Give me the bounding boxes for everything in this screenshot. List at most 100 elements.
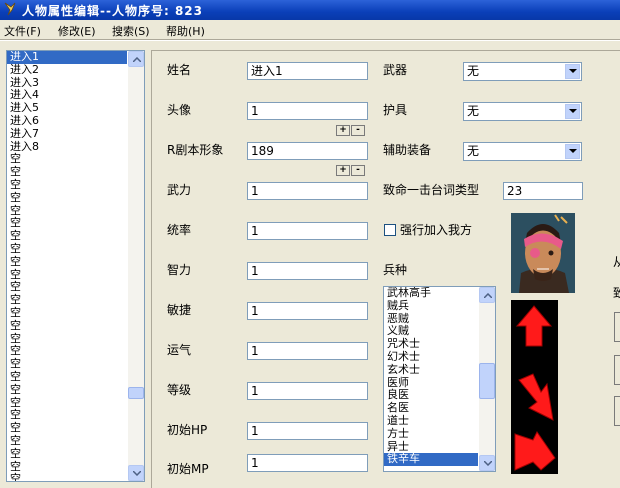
arrow-down-right-icon [518, 373, 554, 421]
menu-search[interactable]: 搜索(S) [112, 23, 150, 39]
command-input[interactable]: 1 [247, 222, 368, 240]
unit-type-item[interactable]: 武林高手 [384, 287, 478, 300]
luck-label: 运气 [167, 343, 192, 357]
character-item[interactable]: 空 [7, 306, 127, 320]
unit-type-item[interactable]: 贼兵 [384, 299, 478, 313]
weapon-dropdown-button[interactable] [565, 64, 580, 79]
intel-input[interactable]: 1 [247, 262, 368, 280]
head-label: 头像 [167, 103, 192, 117]
cut-label-a: 从 [613, 255, 620, 269]
character-item[interactable]: 空 [7, 421, 127, 435]
cut-button-1[interactable] [614, 312, 620, 342]
r-image-plus-button[interactable]: + [336, 165, 350, 176]
character-list-scrollbar[interactable] [128, 51, 144, 481]
character-item[interactable]: 空 [7, 191, 127, 205]
unit-type-list[interactable]: 武林高手 贼兵 恶贼 义贼 咒术士 幻术士 玄术士 医师 良医 名医 道士 方士 异士 铁辛车 [383, 286, 496, 472]
force-input[interactable]: 1 [247, 182, 368, 200]
menu-file[interactable]: 文件(F) [4, 23, 41, 39]
agility-input[interactable]: 1 [247, 302, 368, 320]
character-item[interactable]: 空 [7, 204, 127, 218]
character-item[interactable]: 进入6 [7, 114, 127, 128]
character-item[interactable]: 空 [7, 281, 127, 294]
app-icon [4, 2, 16, 16]
hp-input[interactable]: 1 [247, 422, 368, 440]
unit-scroll-down-button[interactable] [479, 455, 495, 471]
character-item[interactable]: 空 [7, 268, 127, 282]
character-item[interactable]: 进入8 [7, 140, 127, 154]
luck-input[interactable]: 1 [247, 342, 368, 360]
critical-input[interactable]: 23 [503, 182, 583, 200]
arrow-right-icon [514, 431, 556, 471]
character-item[interactable]: 空 [7, 255, 127, 269]
character-item[interactable]: 空 [7, 217, 127, 230]
head-input[interactable]: 1 [247, 102, 368, 120]
scroll-down-button[interactable] [128, 465, 144, 481]
cut-button-3[interactable] [614, 396, 620, 426]
character-item[interactable]: 空 [7, 409, 127, 422]
armor-select[interactable]: 无 [463, 102, 582, 121]
unit-list-scrollbar[interactable] [479, 287, 495, 471]
character-item[interactable]: 进入7 [7, 127, 127, 141]
weapon-label: 武器 [383, 63, 408, 77]
character-item[interactable]: 进入1 [7, 51, 127, 64]
armor-value: 无 [467, 104, 480, 118]
command-label: 统率 [167, 223, 192, 237]
character-list[interactable]: 进入1 进入2 进入3 进入4 进入5 进入6 进入7 进入8 空空空空空空空空空空空空空空空空… [6, 50, 145, 482]
menu-help[interactable]: 帮助(H) [166, 23, 205, 39]
unit-type-item[interactable]: 方士 [384, 427, 478, 441]
character-item[interactable]: 空 [7, 396, 127, 410]
cut-button-2[interactable] [614, 355, 620, 385]
chevron-down-icon [133, 471, 141, 476]
unit-arrow-sprites [514, 305, 556, 471]
menu-divider-highlight [0, 40, 620, 41]
accessory-select[interactable]: 无 [463, 142, 582, 161]
scroll-up-button[interactable] [128, 51, 144, 67]
arrow-up-icon [515, 305, 553, 347]
name-input[interactable]: 进入1 [247, 62, 368, 80]
head-plus-button[interactable]: + [336, 125, 350, 136]
unit-scroll-thumb[interactable] [479, 363, 495, 399]
character-item[interactable]: 空 [7, 242, 127, 256]
unit-type-item[interactable]: 玄术士 [384, 363, 478, 377]
intel-label: 智力 [167, 263, 192, 277]
character-item[interactable]: 空 [7, 447, 127, 461]
character-item[interactable]: 空 [7, 178, 127, 192]
character-item[interactable]: 空 [7, 229, 127, 243]
r-image-label: R剧本形象 [167, 143, 224, 157]
critical-label: 致命一击台词类型 [383, 183, 480, 197]
unit-type-item[interactable]: 铁辛车 [384, 453, 478, 467]
unit-type-item[interactable]: 幻术士 [384, 350, 478, 364]
character-item[interactable]: 空 [7, 434, 127, 448]
character-item[interactable]: 空 [7, 332, 127, 346]
character-item[interactable]: 空 [7, 370, 127, 384]
character-item[interactable]: 空 [7, 293, 127, 307]
unit-scroll-up-button[interactable] [479, 287, 495, 303]
character-item[interactable]: 空 [7, 472, 127, 481]
scroll-thumb[interactable] [128, 387, 144, 399]
unit-type-item[interactable]: 道士 [384, 414, 478, 428]
weapon-select[interactable]: 无 [463, 62, 582, 81]
force-join-checkbox[interactable] [384, 224, 396, 236]
character-item[interactable]: 进入2 [7, 63, 127, 77]
character-item[interactable]: 空 [7, 460, 127, 474]
character-item[interactable]: 空 [7, 319, 127, 333]
title-bar: 人物属性编辑--人物序号: 823 [0, 0, 620, 20]
chevron-down-icon [484, 461, 492, 466]
armor-dropdown-button[interactable] [565, 104, 580, 119]
character-item[interactable]: 空 [7, 165, 127, 179]
agility-label: 敏捷 [167, 303, 192, 317]
accessory-dropdown-button[interactable] [565, 144, 580, 159]
r-image-minus-button[interactable]: - [351, 165, 365, 176]
character-item[interactable]: 空 [7, 357, 127, 371]
cut-label-b: 致 [613, 286, 620, 300]
character-item[interactable]: 空 [7, 345, 127, 358]
name-label: 姓名 [167, 63, 192, 77]
mp-input[interactable]: 1 [247, 454, 368, 472]
window-title: 人物属性编辑--人物序号: 823 [22, 4, 203, 18]
menu-edit[interactable]: 修改(E) [58, 23, 96, 39]
r-image-input[interactable]: 189 [247, 142, 368, 160]
character-item[interactable]: 空 [7, 153, 127, 166]
level-input[interactable]: 1 [247, 382, 368, 400]
character-item[interactable]: 空 [7, 383, 127, 397]
head-minus-button[interactable]: - [351, 125, 365, 136]
